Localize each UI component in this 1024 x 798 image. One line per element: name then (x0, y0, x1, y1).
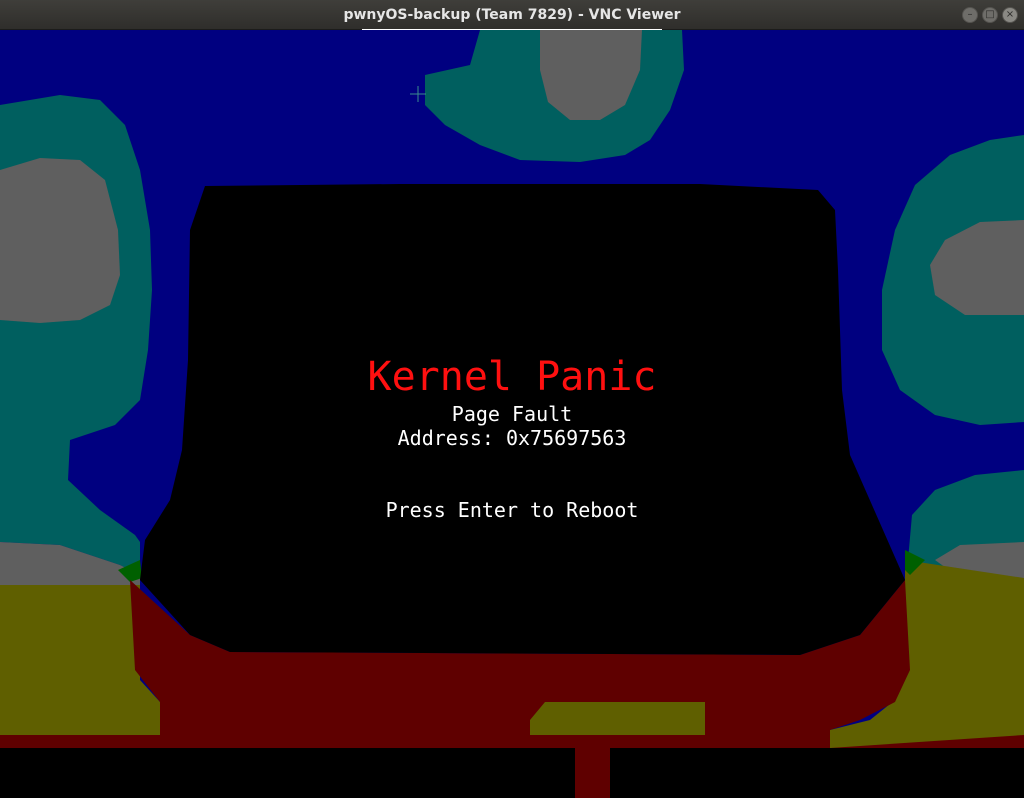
olive-patch-center (530, 702, 705, 735)
minimize-button[interactable]: – (962, 7, 978, 23)
gray-blob-left (0, 158, 120, 323)
reboot-prompt: Press Enter to Reboot (385, 498, 639, 522)
minimize-icon: – (967, 9, 973, 20)
bottom-black-right (610, 748, 1024, 798)
panic-reason: Page Fault (451, 402, 573, 426)
window-title: pwnyOS-backup (Team 7829) - VNC Viewer (343, 7, 681, 23)
kernel-panic-title: Kernel Panic (367, 354, 657, 400)
maximize-button[interactable]: □ (982, 7, 998, 23)
close-icon: × (1005, 9, 1015, 20)
window-titlebar[interactable]: pwnyOS-backup (Team 7829) - VNC Viewer –… (0, 0, 1024, 31)
vnc-remote-screen[interactable]: Kernel Panic Page Fault Address: 0x75697… (0, 30, 1024, 798)
maximize-icon: □ (985, 9, 995, 20)
close-button[interactable]: × (1002, 7, 1018, 23)
bottom-black-left (0, 748, 575, 798)
panic-address: Address: 0x75697563 (397, 426, 627, 450)
